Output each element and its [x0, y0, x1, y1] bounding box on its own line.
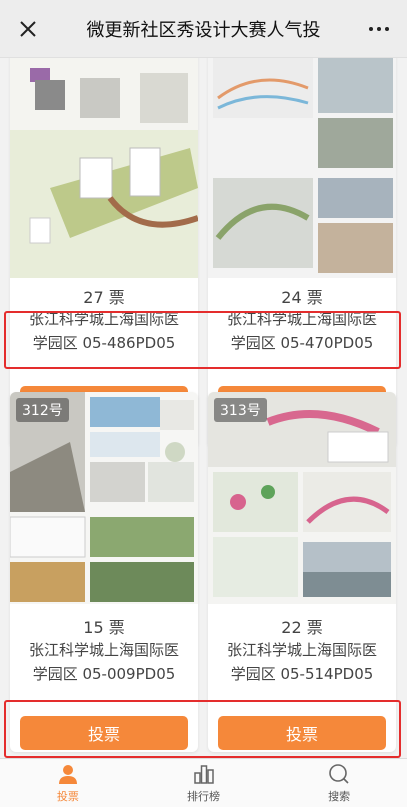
tab-ranking[interactable]: 排行榜 [136, 759, 272, 807]
entry-number-badge: 312号 [16, 398, 69, 422]
vote-count: 22 票 [281, 618, 323, 637]
entry-name-line1: 张江科学城上海国际医 [226, 641, 377, 659]
vote-count: 24 票 [281, 288, 323, 307]
tab-label: 投票 [56, 790, 79, 803]
close-icon[interactable] [14, 15, 42, 43]
entry-name-line2: 学园区 05-470PD05 [230, 334, 374, 352]
tab-label: 排行榜 [187, 790, 220, 803]
entry-number-badge: 313号 [214, 398, 267, 422]
entry-card[interactable]: 313号 22 票 张江科学城上海国际医 学园区 05-514PD05 投票 [208, 392, 396, 752]
page-title: 微更新社区秀设计大赛人气投 [86, 19, 321, 41]
entry-name-line2: 学园区 05-486PD05 [32, 334, 176, 352]
entry-name-line1: 张江科学城上海国际医 [28, 641, 179, 659]
entry-thumbnail[interactable] [10, 58, 198, 278]
entry-thumbnail[interactable]: 313号 [208, 392, 396, 604]
tab-label: 搜索 [328, 790, 351, 803]
tab-search[interactable]: 搜索 [271, 759, 407, 807]
entry-card[interactable]: 24 票 张江科学城上海国际医 学园区 05-470PD05 投票 [208, 58, 396, 448]
vote-count: 15 票 [83, 618, 125, 637]
vote-button[interactable]: 投票 [20, 716, 188, 750]
entry-name-line2: 学园区 05-514PD05 [230, 665, 374, 683]
entry-thumbnail[interactable] [208, 58, 396, 278]
more-icon[interactable] [365, 15, 393, 43]
entry-name-line2: 学园区 05-009PD05 [32, 665, 176, 683]
ranking-icon [193, 765, 214, 784]
entry-name-line1: 张江科学城上海国际医 [28, 310, 179, 328]
entry-thumbnail[interactable]: 312号 [10, 392, 198, 604]
entry-card[interactable]: 27 票 张江科学城上海国际医 学园区 05-486PD05 投票 [10, 58, 198, 448]
vote-count: 27 票 [83, 288, 125, 307]
vote-button[interactable]: 投票 [218, 716, 386, 750]
entry-card[interactable]: 312号 15 票 张江科学城上海国际医 学园区 05-009PD05 投票 [10, 392, 198, 752]
tab-vote[interactable]: 投票 [0, 759, 136, 807]
search-icon [329, 764, 349, 784]
user-icon [58, 765, 77, 784]
entry-name-line1: 张江科学城上海国际医 [226, 310, 377, 328]
top-bar: 微更新社区秀设计大赛人气投 [0, 0, 407, 58]
bottom-tab-bar: 投票 排行榜 搜索 [0, 758, 407, 807]
entries-list: 27 票 张江科学城上海国际医 学园区 05-486PD05 投票 24 票 张… [0, 58, 407, 758]
